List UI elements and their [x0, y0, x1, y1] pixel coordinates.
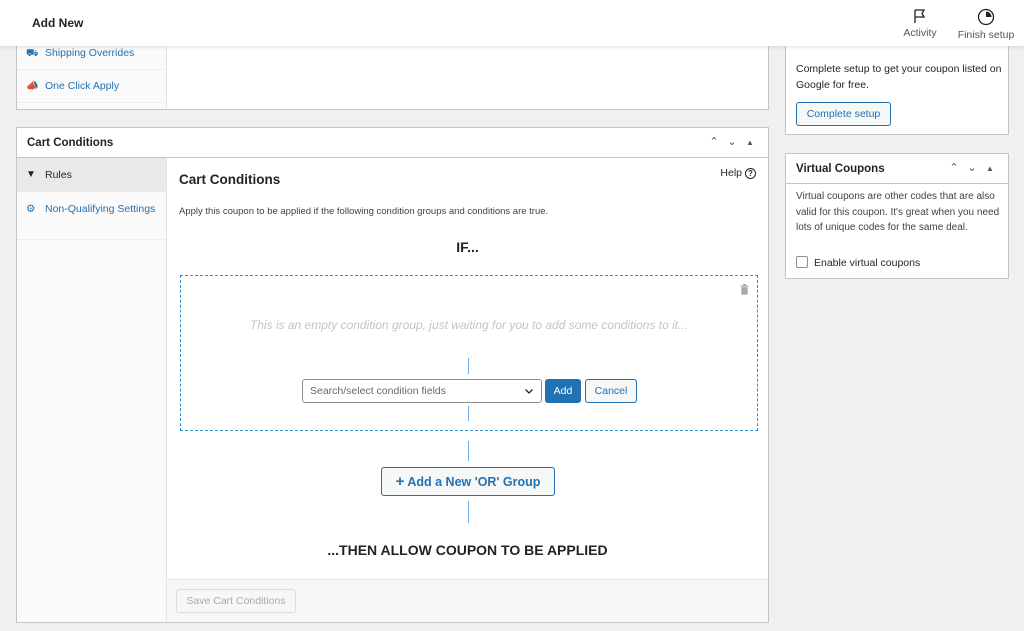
cart-conditions-panel: Cart Conditions ⌃ ⌄ ▲ ▼ Rules ⚙ Non-Qualify… [16, 127, 769, 623]
enable-virtual-coupons-checkbox[interactable] [796, 256, 808, 268]
move-down-icon[interactable]: ⌄ [964, 161, 982, 174]
panel-footer: Save Cart Conditions [167, 579, 768, 622]
add-condition-button[interactable]: Add [545, 379, 581, 403]
condition-field-select[interactable]: Search/select condition fields [302, 379, 542, 403]
nav-item-non-qualifying-settings[interactable]: ⚙ Non-Qualifying Settings [17, 192, 166, 240]
nav-item-text: Non-Qualifying Settings [45, 203, 156, 215]
setup-text: Complete setup to get your coupon listed… [796, 63, 1002, 91]
virtual-coupons-description: Virtual coupons are other codes that are… [796, 191, 1000, 234]
panel-title: Cart Conditions [27, 137, 114, 149]
complete-setup-button[interactable]: Complete setup [796, 102, 891, 126]
cancel-button[interactable]: Cancel [585, 379, 637, 403]
coupon-data-panel: ⛟ Shipping Overrides 📣 One Click Apply [16, 40, 769, 110]
then-label: ...THEN ALLOW COUPON TO BE APPLIED [327, 542, 608, 558]
save-cart-conditions-button[interactable]: Save Cart Conditions [176, 589, 296, 613]
panel-header: Cart Conditions ⌃ ⌄ ▲ [17, 128, 768, 158]
coupon-data-nav: ⛟ Shipping Overrides 📣 One Click Apply [17, 41, 167, 109]
connector-line [468, 441, 469, 461]
nav-item-one-click-apply[interactable]: 📣 One Click Apply [17, 70, 167, 103]
move-up-icon[interactable]: ⌃ [946, 161, 964, 174]
cart-conditions-nav: ▼ Rules ⚙ Non-Qualifying Settings [17, 158, 167, 622]
chevron-down-icon [525, 389, 533, 394]
finish-setup-button[interactable]: Finish setup [953, 8, 1019, 41]
top-bar: Add New Activity Finish setup [0, 0, 1024, 46]
help-link[interactable]: Help? [720, 167, 756, 179]
connector-line [468, 358, 469, 374]
flag-icon [914, 9, 926, 23]
activity-label: Activity [903, 27, 937, 39]
plus-icon: + [395, 473, 405, 490]
panel-header: Virtual Coupons ⌃ ⌄ ▲ [786, 154, 1008, 184]
empty-group-message: This is an empty condition group, just w… [249, 318, 689, 332]
add-or-group-button[interactable]: + Add a New 'OR' Group [381, 467, 555, 496]
connector-line [468, 406, 469, 421]
collapse-toggle-icon[interactable]: ▲ [742, 138, 760, 147]
section-description: Apply this coupon to be applied if the f… [179, 206, 549, 217]
connector-line [468, 501, 469, 523]
checkbox-label[interactable]: Enable virtual coupons [814, 257, 920, 269]
trash-icon[interactable] [740, 282, 749, 300]
nav-item-label: ⚙ Non-Qualifying Settings [26, 203, 155, 215]
progress-circle-icon [977, 8, 995, 26]
nav-item-rules[interactable]: ▼ Rules [17, 158, 166, 192]
google-listing-panel: Complete setup to get your coupon listed… [785, 40, 1009, 135]
collapse-toggle-icon[interactable]: ▲ [982, 164, 1000, 173]
select-placeholder: Search/select condition fields [310, 385, 446, 397]
page-title: Add New [32, 16, 84, 30]
finish-setup-label: Finish setup [957, 29, 1015, 41]
panel-controls: ⌃ ⌄ ▲ [946, 161, 1000, 174]
add-or-group-label: Add a New 'OR' Group [407, 475, 541, 489]
if-label: IF... [456, 239, 479, 255]
filter-icon: ▼ [26, 169, 36, 180]
move-up-icon[interactable]: ⌃ [706, 135, 724, 148]
move-down-icon[interactable]: ⌄ [724, 135, 742, 148]
question-icon: ? [745, 168, 756, 179]
activity-button[interactable]: Activity [898, 8, 942, 39]
panel-controls: ⌃ ⌄ ▲ [706, 135, 760, 148]
nav-item-label: Rules [45, 169, 72, 181]
help-label: Help [720, 167, 742, 179]
enable-virtual-coupons-row: Enable virtual coupons [796, 256, 920, 269]
nav-item-label: Shipping Overrides [45, 47, 135, 59]
panel-title: Virtual Coupons [796, 163, 885, 175]
cart-conditions-content: Cart Conditions Help? Apply this coupon … [167, 158, 768, 622]
gear-icon: ⚙ [26, 203, 36, 215]
virtual-coupons-panel: Virtual Coupons ⌃ ⌄ ▲ Virtual coupons are … [785, 153, 1009, 279]
megaphone-icon: 📣 [26, 81, 39, 92]
nav-item-label: One Click Apply [45, 80, 120, 92]
condition-group: This is an empty condition group, just w… [180, 275, 758, 431]
section-heading: Cart Conditions [179, 172, 281, 187]
